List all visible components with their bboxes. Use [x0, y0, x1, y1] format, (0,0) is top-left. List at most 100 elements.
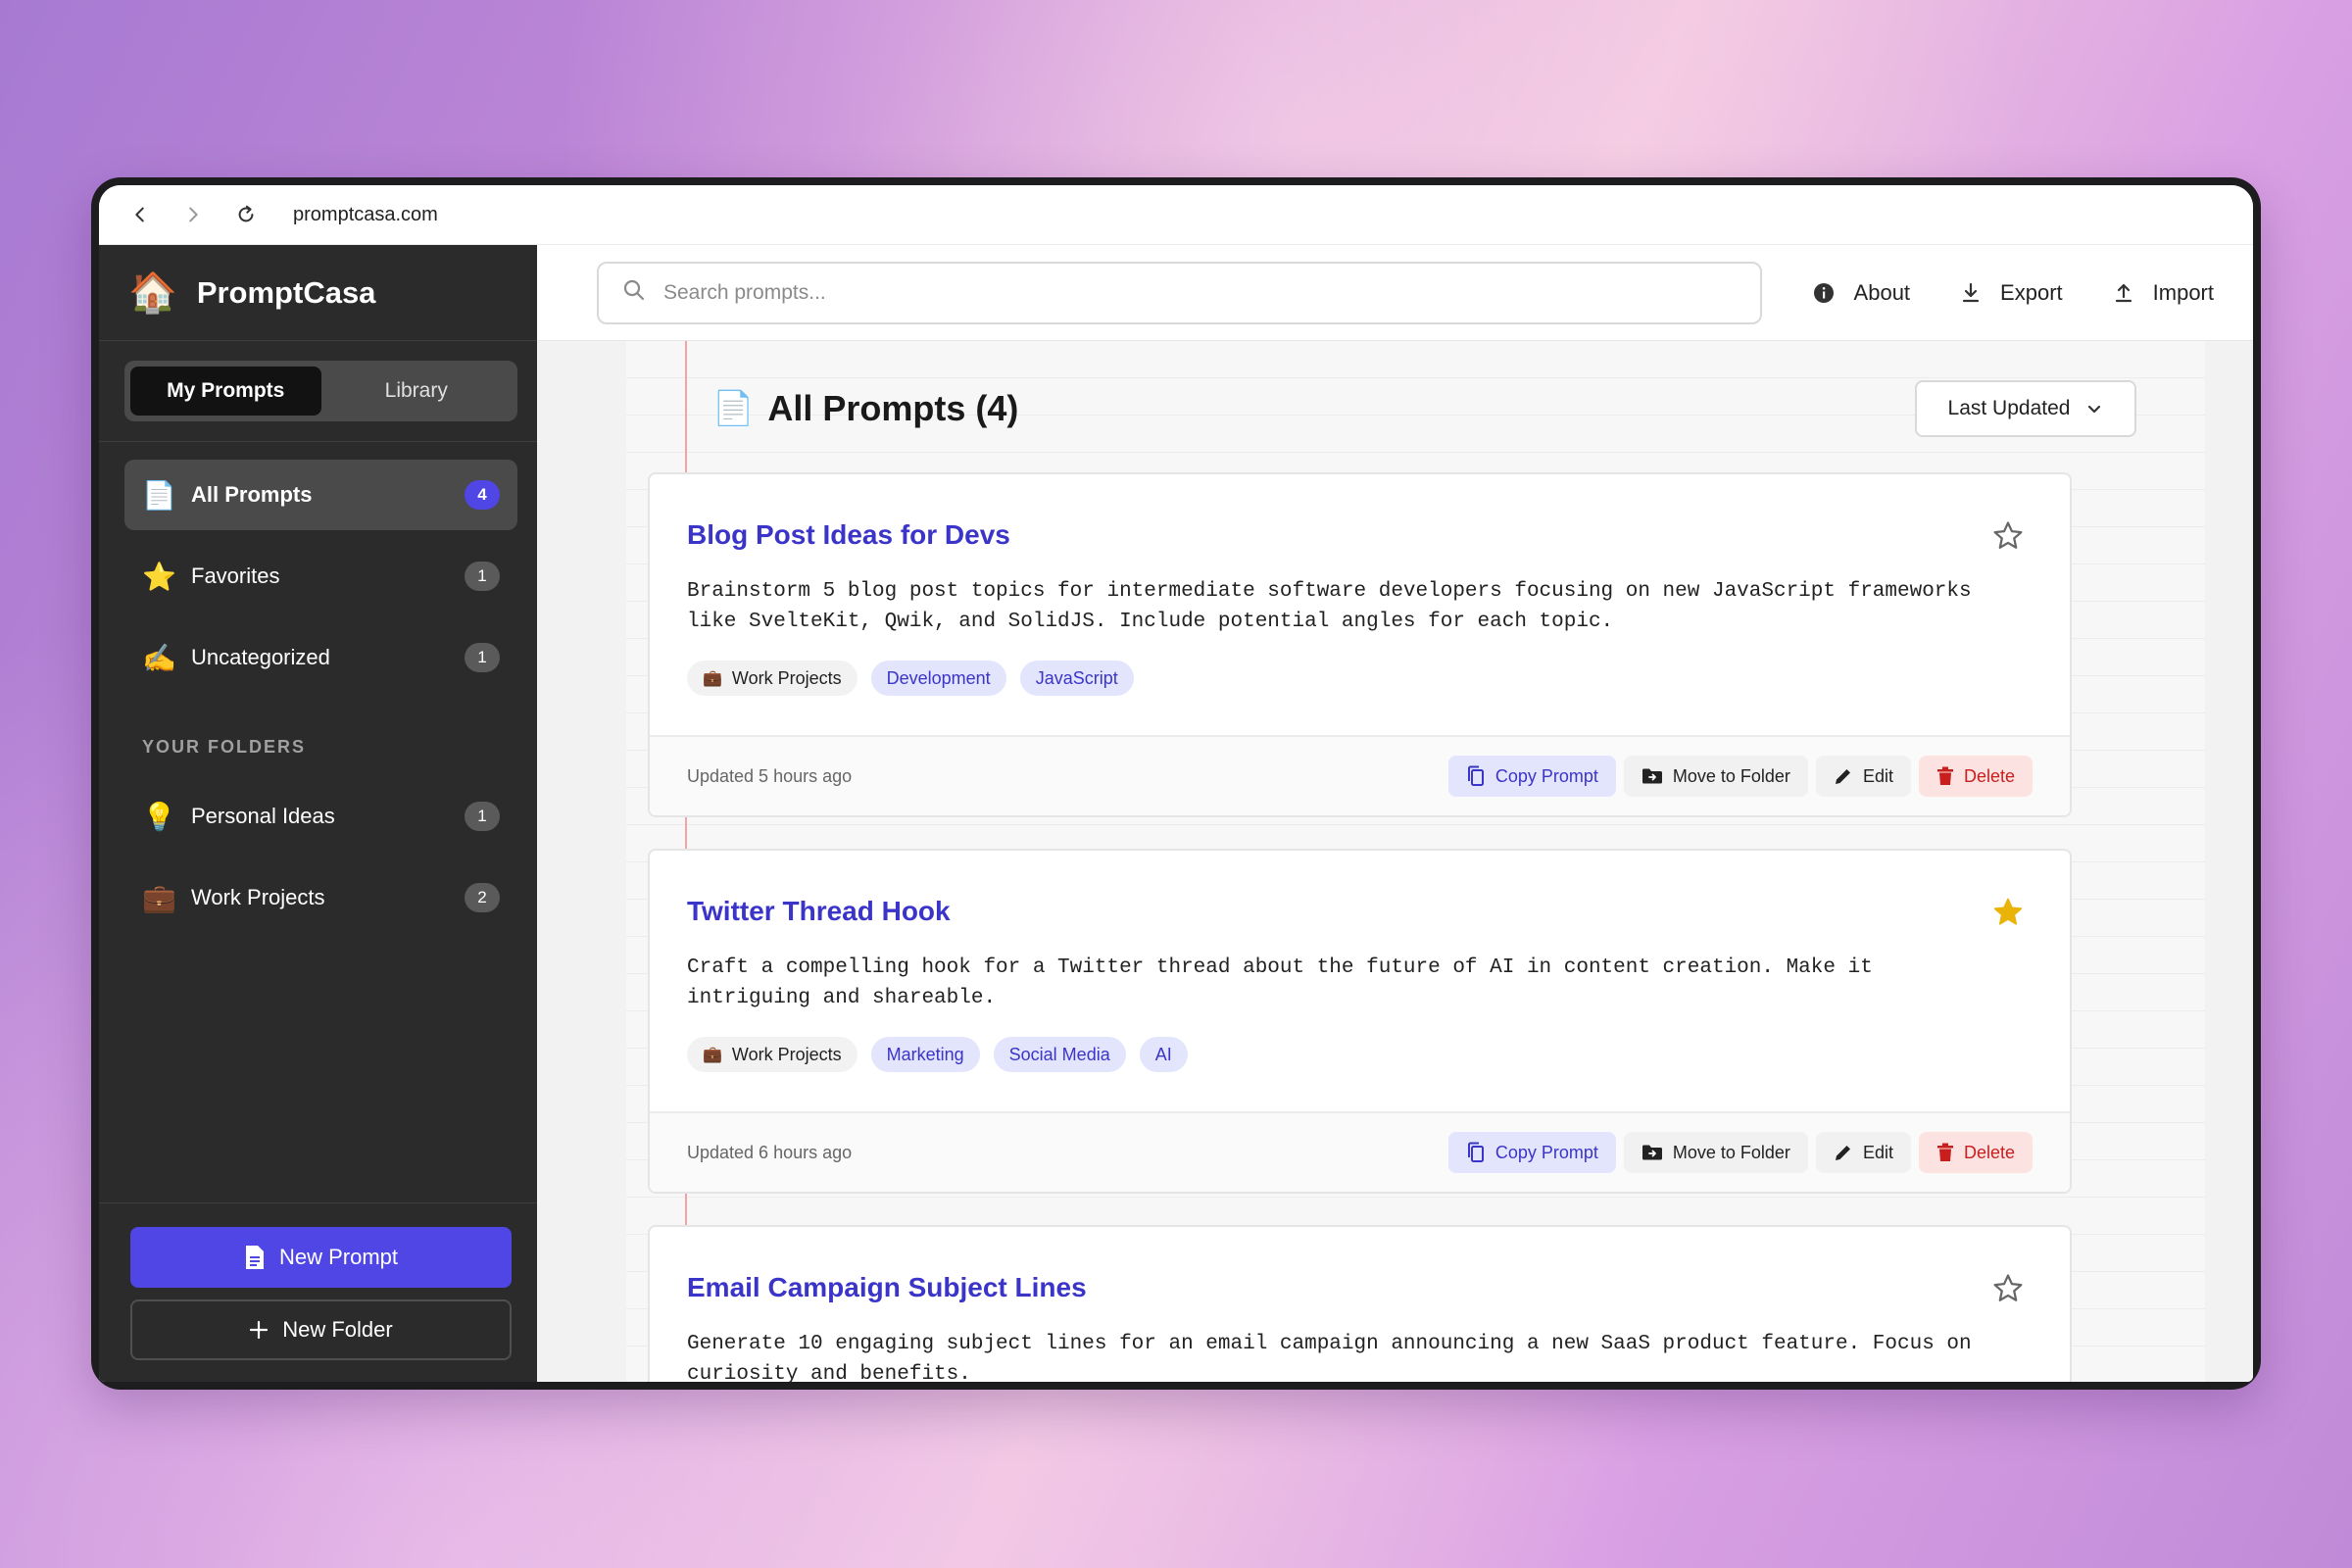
tag[interactable]: AI	[1139, 1037, 1188, 1072]
about-button[interactable]: About	[1813, 279, 1911, 306]
browser-window: promptcasa.com 🏠 PromptCasa My Prompts L…	[91, 177, 2261, 1390]
copy-prompt-button[interactable]: Copy Prompt	[1447, 1132, 1616, 1173]
move-to-folder-button[interactable]: Move to Folder	[1623, 1132, 1808, 1173]
sidebar-item-work-projects[interactable]: 💼 Work Projects 2	[124, 862, 517, 933]
folder-tag[interactable]: 💼 Work Projects	[687, 1037, 858, 1072]
forward-icon[interactable]	[181, 203, 205, 226]
sidebar-item-label: All Prompts	[191, 482, 313, 507]
tag-list: 💼 Work Projects Marketing Social Media A…	[687, 1037, 2033, 1072]
prompt-title[interactable]: Twitter Thread Hook	[687, 896, 2033, 927]
prompt-card: Twitter Thread Hook Craft a compelling h…	[648, 849, 2072, 1194]
plus-icon	[249, 1320, 269, 1340]
download-icon	[1961, 282, 1990, 304]
sidebar-item-favorites[interactable]: ⭐ Favorites 1	[124, 541, 517, 612]
browser-toolbar: promptcasa.com	[99, 185, 2253, 245]
sidebar-item-all-prompts[interactable]: 📄 All Prompts 4	[124, 460, 517, 530]
upload-icon	[2114, 282, 2143, 304]
sidebar-item-label: Work Projects	[191, 885, 325, 909]
move-to-folder-button[interactable]: Move to Folder	[1623, 756, 1808, 797]
count-badge: 4	[465, 480, 500, 510]
export-button[interactable]: Export	[1961, 280, 2063, 306]
star-outline-icon[interactable]	[1991, 1272, 2025, 1305]
top-bar: About Export Import	[537, 245, 2253, 341]
edit-label: Edit	[1862, 765, 1893, 786]
prompt-description: Craft a compelling hook for a Twitter th…	[687, 956, 1873, 1009]
delete-label: Delete	[1963, 765, 2015, 786]
page-title: All Prompts (4)	[767, 388, 1019, 428]
sort-label: Last Updated	[1947, 397, 2071, 419]
copy-prompt-label: Copy Prompt	[1494, 765, 1598, 786]
search-input[interactable]	[663, 280, 1643, 305]
list-header: 📄 All Prompts (4) Last Updated	[712, 380, 2136, 437]
briefcase-icon: 💼	[703, 1047, 722, 1063]
file-icon	[244, 1245, 266, 1270]
tag[interactable]: Marketing	[870, 1037, 980, 1072]
sidebar: 🏠 PromptCasa My Prompts Library 📄 All Pr…	[99, 245, 537, 1382]
prompt-description: Brainstorm 5 blog post topics for interm…	[687, 580, 1972, 633]
briefcase-icon: 💼	[142, 882, 176, 913]
back-icon[interactable]	[128, 203, 152, 226]
prompt-title[interactable]: Email Campaign Subject Lines	[687, 1272, 2033, 1303]
delete-button[interactable]: Delete	[1918, 756, 2033, 797]
sidebar-item-uncategorized[interactable]: ✍️ Uncategorized 1	[124, 622, 517, 693]
folder-move-icon	[1642, 1144, 1673, 1161]
sort-dropdown[interactable]: Last Updated	[1915, 380, 2136, 437]
trash-icon	[1936, 766, 1964, 786]
brand: 🏠 PromptCasa	[99, 245, 537, 341]
folder-tag[interactable]: 💼 Work Projects	[687, 661, 858, 696]
copy-icon	[1466, 1142, 1495, 1163]
tag[interactable]: Social Media	[993, 1037, 1126, 1072]
move-to-folder-label: Move to Folder	[1672, 1142, 1790, 1162]
import-button[interactable]: Import	[2114, 280, 2214, 306]
main-panel: About Export Import	[537, 245, 2253, 1382]
tag[interactable]: JavaScript	[1019, 661, 1134, 696]
folder-tag-label: Work Projects	[731, 667, 842, 688]
prompt-title[interactable]: Blog Post Ideas for Devs	[687, 519, 2033, 551]
new-prompt-label: New Prompt	[278, 1245, 399, 1269]
address-bar[interactable]: promptcasa.com	[293, 204, 438, 226]
library-tab[interactable]: Library	[321, 367, 513, 416]
pencil-icon	[1834, 766, 1863, 786]
count-badge: 1	[465, 802, 500, 831]
document-icon: 📄	[712, 390, 755, 427]
folder-tag-label: Work Projects	[731, 1044, 842, 1064]
delete-button[interactable]: Delete	[1918, 1132, 2033, 1173]
new-folder-button[interactable]: New Folder	[130, 1299, 512, 1360]
edit-button[interactable]: Edit	[1815, 1132, 1911, 1173]
prompt-card: Email Campaign Subject Lines Generate 10…	[648, 1225, 2072, 1382]
star-outline-icon[interactable]	[1991, 519, 2025, 553]
delete-label: Delete	[1963, 1142, 2015, 1162]
view-toggle: My Prompts Library	[124, 361, 517, 421]
brand-name: PromptCasa	[196, 274, 376, 310]
sidebar-item-label: Uncategorized	[191, 645, 330, 669]
copy-prompt-button[interactable]: Copy Prompt	[1447, 756, 1616, 797]
search-box[interactable]	[597, 261, 1762, 324]
updated-timestamp: Updated 6 hours ago	[687, 1142, 853, 1162]
house-icon: 🏠	[128, 271, 177, 315]
tag[interactable]: Development	[870, 661, 1006, 696]
about-label: About	[1853, 279, 1911, 305]
briefcase-icon: 💼	[703, 670, 722, 687]
new-folder-label: New Folder	[282, 1317, 393, 1342]
star-icon: ⭐	[142, 561, 176, 592]
my-prompts-tab[interactable]: My Prompts	[130, 367, 321, 416]
writing-hand-icon: ✍️	[142, 642, 176, 673]
count-badge: 1	[465, 562, 500, 591]
move-to-folder-label: Move to Folder	[1672, 765, 1790, 786]
pencil-icon	[1834, 1143, 1863, 1162]
chevron-down-icon	[2070, 400, 2103, 417]
new-prompt-button[interactable]: New Prompt	[130, 1227, 512, 1288]
updated-timestamp: Updated 5 hours ago	[687, 765, 853, 786]
copy-icon	[1466, 765, 1495, 787]
reload-icon[interactable]	[234, 203, 258, 226]
search-icon	[622, 278, 646, 307]
star-filled-icon[interactable]	[1991, 896, 2025, 929]
edit-button[interactable]: Edit	[1815, 756, 1911, 797]
lightbulb-icon: 💡	[142, 801, 176, 832]
content-area: 📄 All Prompts (4) Last Updated Blog Post…	[537, 341, 2253, 1382]
folders-section-title: YOUR FOLDERS	[142, 737, 307, 757]
tag-list: 💼 Work Projects Development JavaScript	[687, 661, 2033, 696]
document-icon: 📄	[142, 479, 176, 511]
sidebar-item-personal-ideas[interactable]: 💡 Personal Ideas 1	[124, 781, 517, 852]
export-label: Export	[2000, 279, 2063, 305]
